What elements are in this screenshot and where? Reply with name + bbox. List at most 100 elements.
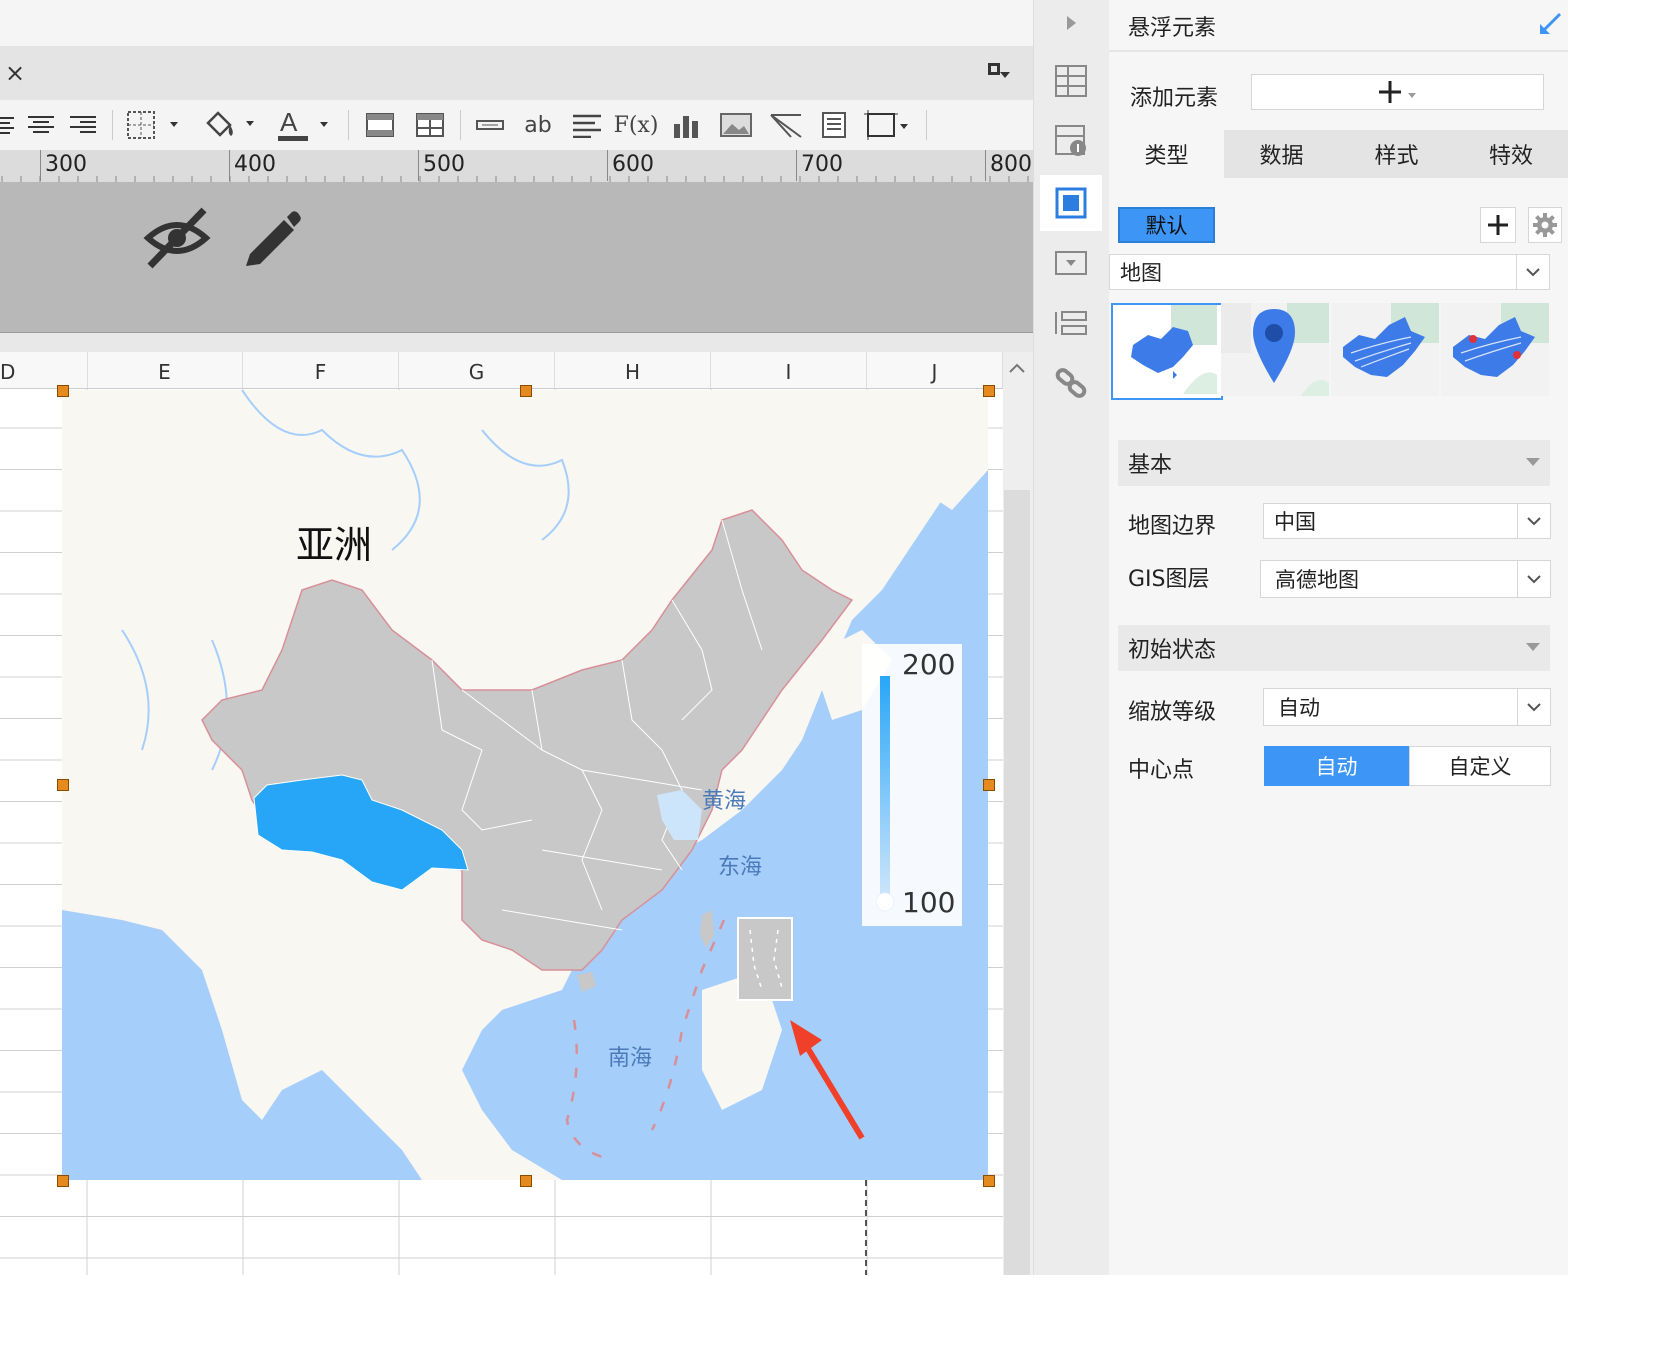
resize-handle[interactable] [520,1175,532,1187]
hide-eye-icon[interactable] [142,206,212,270]
collapse-arrow-icon[interactable] [1046,0,1096,46]
chart-icon[interactable] [670,108,702,142]
chevron-down-icon [1517,504,1550,538]
border-icon[interactable] [126,108,182,142]
edit-pencil-icon[interactable] [240,206,304,270]
resize-handle[interactable] [983,1175,995,1187]
style-settings-button[interactable] [1528,207,1562,243]
map-boundary-select[interactable]: 中国 [1263,503,1551,539]
legend-handle[interactable] [875,892,895,912]
add-element-button[interactable] [1251,74,1544,110]
center-auto-option[interactable]: 自动 [1264,746,1409,786]
zoom-level-select[interactable]: 自动 [1263,688,1551,726]
zoom-level-value: 自动 [1278,696,1320,720]
center-point-label: 中心点 [1128,758,1195,783]
column-header-i[interactable]: I [711,352,867,388]
continent-label: 亚洲 [296,523,372,567]
paragraph-icon[interactable] [570,108,604,142]
split-cells-icon[interactable] [414,108,446,142]
align-right-icon[interactable] [68,108,98,142]
tab-bar [0,46,1033,100]
column-header-h[interactable]: H [555,352,711,388]
resize-handle[interactable] [57,779,69,791]
fill-color-icon[interactable] [202,108,260,142]
ruler-minor-ticks [1,176,1029,182]
initial-state-section-title: 初始状态 [1128,638,1217,663]
south-sea-inset [737,917,793,1001]
initial-state-section-header[interactable]: 初始状态 [1118,625,1550,671]
chevron-down-icon [1516,255,1549,289]
cell-element-icon[interactable] [1046,118,1096,164]
scroll-up-icon[interactable] [1006,358,1028,380]
separator-band [0,333,1033,352]
float-element-icon[interactable] [1046,180,1096,226]
legend-max: 200 [902,648,955,681]
column-header-g[interactable]: G [399,352,555,388]
sub-report-icon[interactable] [818,108,850,142]
link-icon[interactable] [1046,360,1096,406]
tab-style[interactable]: 样式 [1339,130,1454,178]
frame-icon[interactable] [864,108,914,142]
basic-section-title: 基本 [1128,453,1173,478]
column-header-d[interactable]: D [0,352,88,388]
sea-label-east: 东海 [718,855,762,880]
text-field-icon[interactable] [474,108,506,142]
toolbar-divider [348,110,349,140]
tab-effects[interactable]: 特效 [1454,130,1568,178]
report-block-icon[interactable] [1046,300,1096,346]
edit-corner-icon[interactable] [1536,8,1566,38]
widget-icon[interactable] [1046,240,1096,286]
slash-line-icon[interactable] [768,108,804,142]
gis-layer-value: 高德地图 [1275,568,1359,592]
top-strip [0,0,1033,46]
resize-handle[interactable] [983,385,995,397]
plus-icon [1488,215,1508,235]
gis-layer-select[interactable]: 高德地图 [1260,560,1551,598]
floating-map-chart[interactable]: 亚洲 黄海 东海 南海 200 100 [62,390,988,1180]
map-type-heat-thumbnail[interactable] [1441,303,1549,396]
zoom-level-label: 缩放等级 [1128,700,1217,725]
basic-section-header[interactable]: 基本 [1118,440,1550,486]
column-header-f[interactable]: F [243,352,399,388]
cell-attr-icon[interactable] [1046,58,1096,104]
tab-menu-icon[interactable] [986,60,1016,88]
formula-button[interactable]: F(x) [614,108,659,142]
sea-label-yellow: 黄海 [702,789,746,814]
toolbar-divider [112,110,113,140]
map-boundary-value: 中国 [1274,510,1316,534]
add-style-button[interactable] [1480,207,1516,243]
map-boundary-label: 地图边界 [1128,514,1217,539]
column-header-j[interactable]: J [867,352,1003,388]
default-style-button[interactable]: 默认 [1118,207,1215,243]
legend-min: 100 [902,886,955,919]
add-element-label: 添加元素 [1130,86,1219,111]
map-type-point-thumbnail[interactable] [1221,303,1329,396]
chart-type-select[interactable]: 地图 [1109,254,1550,290]
align-left-icon[interactable] [0,108,18,142]
legend-gradient-bar[interactable] [880,676,890,896]
chart-type-value: 地图 [1120,261,1162,285]
gis-layer-label: GIS图层 [1128,567,1210,592]
panel-title: 悬浮元素 [1128,16,1217,41]
scrollbar-thumb[interactable] [1004,490,1030,1275]
resize-handle[interactable] [983,779,995,791]
tab-type[interactable]: 类型 [1109,130,1224,178]
text-widget-button[interactable]: ab [520,108,556,142]
font-color-icon[interactable]: A [276,108,336,142]
align-center-icon[interactable] [26,108,56,142]
center-custom-option[interactable]: 自定义 [1409,746,1551,786]
resize-handle[interactable] [520,385,532,397]
merge-cells-icon[interactable] [364,108,396,142]
map-type-area-thumbnail[interactable] [1111,303,1223,400]
close-tab-icon[interactable]: × [4,58,26,88]
plus-dropdown-icon [1378,81,1416,103]
chevron-down-icon [1517,689,1550,725]
image-icon[interactable] [718,108,754,142]
map-type-flow-thumbnail[interactable] [1331,303,1439,396]
tab-data[interactable]: 数据 [1224,130,1339,178]
column-header-e[interactable]: E [87,352,243,388]
toolbar-divider [926,110,927,140]
collapse-triangle-icon [1526,643,1540,651]
resize-handle[interactable] [57,385,69,397]
resize-handle[interactable] [57,1175,69,1187]
